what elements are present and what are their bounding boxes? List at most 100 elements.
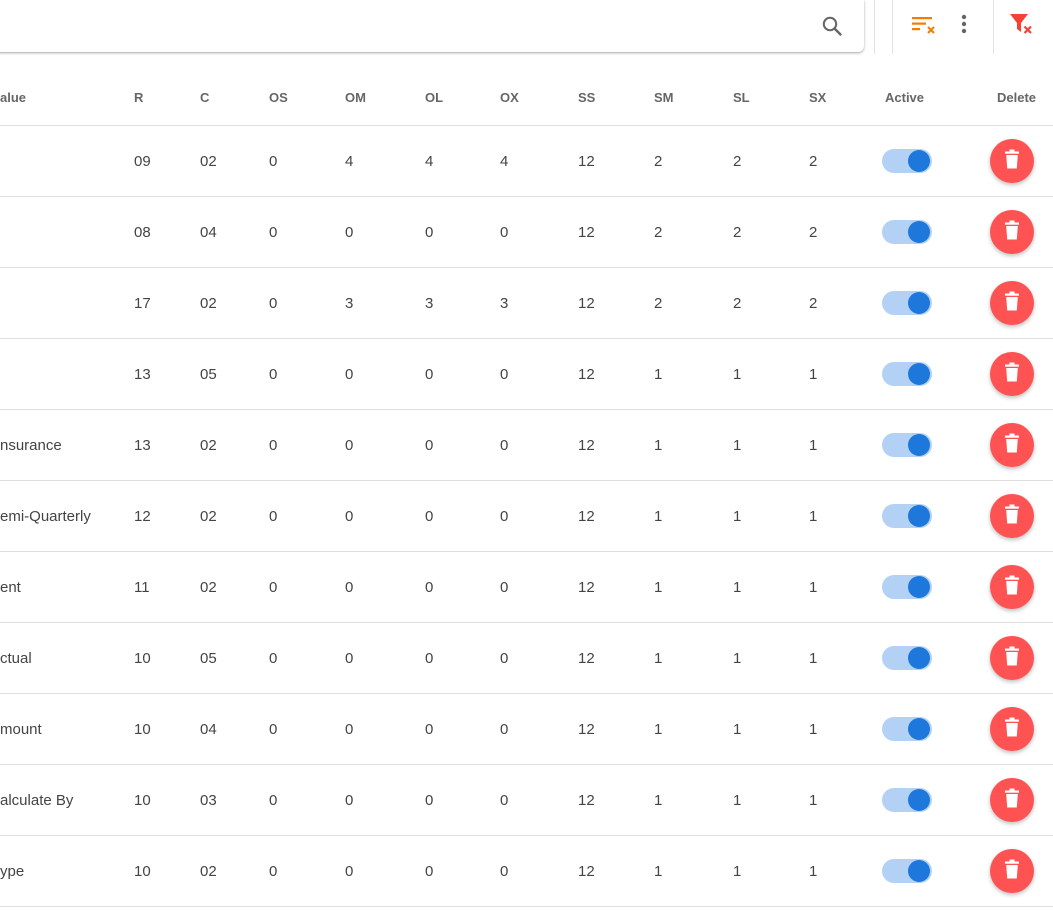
trash-icon xyxy=(1003,646,1021,671)
table-row[interactable]: ent 11 02 0 0 0 0 12 1 1 1 xyxy=(0,552,1053,623)
cell-ox: 0 xyxy=(500,224,509,241)
data-table: alue R C OS OM OL OX SS SM SL SX Active … xyxy=(0,56,1053,907)
table-row[interactable]: 09 02 0 4 4 4 12 2 2 2 xyxy=(0,126,1053,197)
search-icon[interactable] xyxy=(820,14,844,38)
table-body: 09 02 0 4 4 4 12 2 2 2 08 04 0 0 0 0 12 2 2 2 17 02 0 3 3 3 12 2 2 2 1… xyxy=(0,126,1053,907)
table-row[interactable]: ype 10 02 0 0 0 0 12 1 1 1 xyxy=(0,836,1053,907)
cell-sm: 2 xyxy=(654,153,663,170)
cell-sm: 1 xyxy=(654,650,663,667)
delete-button[interactable] xyxy=(990,565,1034,609)
trash-icon xyxy=(1003,575,1021,600)
delete-button[interactable] xyxy=(990,778,1034,822)
toggle-knob xyxy=(908,363,930,385)
table-row[interactable]: nsurance 13 02 0 0 0 0 12 1 1 1 xyxy=(0,410,1053,481)
toolbar-divider xyxy=(874,0,875,54)
cell-sm: 1 xyxy=(654,437,663,454)
cell-ox: 0 xyxy=(500,437,509,454)
column-header-ss[interactable]: SS xyxy=(578,90,595,105)
column-header-om[interactable]: OM xyxy=(345,90,366,105)
delete-button[interactable] xyxy=(990,139,1034,183)
cell-ss: 12 xyxy=(578,224,595,241)
cell-ol: 0 xyxy=(425,224,434,241)
table-row[interactable]: 08 04 0 0 0 0 12 2 2 2 xyxy=(0,197,1053,268)
more-options-button[interactable] xyxy=(948,10,980,42)
cell-ss: 12 xyxy=(578,366,595,383)
table-row[interactable]: mount 10 04 0 0 0 0 12 1 1 1 xyxy=(0,694,1053,765)
toggle-knob xyxy=(908,718,930,740)
table-row[interactable]: alculate By 10 03 0 0 0 0 12 1 1 1 xyxy=(0,765,1053,836)
cell-ss: 12 xyxy=(578,508,595,525)
active-toggle[interactable] xyxy=(882,646,932,670)
delete-button[interactable] xyxy=(990,352,1034,396)
column-header-r[interactable]: R xyxy=(134,90,143,105)
column-header-sm[interactable]: SM xyxy=(654,90,674,105)
column-header-sx[interactable]: SX xyxy=(809,90,826,105)
table-row[interactable]: ctual 10 05 0 0 0 0 12 1 1 1 xyxy=(0,623,1053,694)
active-toggle[interactable] xyxy=(882,504,932,528)
cell-sl: 1 xyxy=(733,437,742,454)
cell-sl: 2 xyxy=(733,224,742,241)
trash-icon xyxy=(1003,859,1021,884)
active-toggle[interactable] xyxy=(882,362,932,386)
delete-button[interactable] xyxy=(990,849,1034,893)
toggle-knob xyxy=(908,647,930,669)
cell-value: ctual xyxy=(0,650,32,667)
cell-ox: 3 xyxy=(500,295,509,312)
trash-icon xyxy=(1003,220,1021,245)
active-toggle[interactable] xyxy=(882,717,932,741)
cell-c: 05 xyxy=(200,650,217,667)
active-toggle[interactable] xyxy=(882,788,932,812)
table-row[interactable]: 17 02 0 3 3 3 12 2 2 2 xyxy=(0,268,1053,339)
delete-button[interactable] xyxy=(990,494,1034,538)
column-header-os[interactable]: OS xyxy=(269,90,288,105)
active-toggle[interactable] xyxy=(882,220,932,244)
trash-icon xyxy=(1003,717,1021,742)
cell-ss: 12 xyxy=(578,863,595,880)
cell-ol: 4 xyxy=(425,153,434,170)
delete-button[interactable] xyxy=(990,210,1034,254)
cell-ol: 0 xyxy=(425,792,434,809)
column-header-value[interactable]: alue xyxy=(0,90,26,105)
cell-r: 10 xyxy=(134,721,151,738)
cell-value: emi-Quarterly xyxy=(0,508,91,525)
cell-r: 13 xyxy=(134,366,151,383)
active-toggle[interactable] xyxy=(882,859,932,883)
clear-sort-button[interactable] xyxy=(907,10,939,42)
cell-sx: 2 xyxy=(809,295,818,312)
clear-filter-button[interactable] xyxy=(1005,10,1037,42)
cell-os: 0 xyxy=(269,863,278,880)
cell-ox: 0 xyxy=(500,721,509,738)
cell-sx: 2 xyxy=(809,153,818,170)
cell-sm: 1 xyxy=(654,863,663,880)
column-header-sl[interactable]: SL xyxy=(733,90,750,105)
active-toggle[interactable] xyxy=(882,291,932,315)
search-input[interactable] xyxy=(4,8,788,46)
cell-sx: 1 xyxy=(809,721,818,738)
cell-sm: 2 xyxy=(654,295,663,312)
cell-ol: 0 xyxy=(425,437,434,454)
table-row[interactable]: 13 05 0 0 0 0 12 1 1 1 xyxy=(0,339,1053,410)
active-toggle[interactable] xyxy=(882,433,932,457)
toggle-knob xyxy=(908,434,930,456)
column-header-ol[interactable]: OL xyxy=(425,90,443,105)
active-toggle[interactable] xyxy=(882,149,932,173)
column-header-ox[interactable]: OX xyxy=(500,90,519,105)
cell-r: 10 xyxy=(134,863,151,880)
column-header-c[interactable]: C xyxy=(200,90,209,105)
cell-c: 02 xyxy=(200,579,217,596)
toggle-knob xyxy=(908,292,930,314)
delete-button[interactable] xyxy=(990,636,1034,680)
trash-icon xyxy=(1003,504,1021,529)
cell-ox: 0 xyxy=(500,366,509,383)
delete-button[interactable] xyxy=(990,707,1034,751)
active-toggle[interactable] xyxy=(882,575,932,599)
cell-sx: 2 xyxy=(809,224,818,241)
cell-ox: 0 xyxy=(500,650,509,667)
cell-sx: 1 xyxy=(809,437,818,454)
cell-c: 02 xyxy=(200,437,217,454)
table-row[interactable]: emi-Quarterly 12 02 0 0 0 0 12 1 1 1 xyxy=(0,481,1053,552)
column-header-active[interactable]: Active xyxy=(885,90,924,105)
cell-c: 02 xyxy=(200,508,217,525)
delete-button[interactable] xyxy=(990,281,1034,325)
delete-button[interactable] xyxy=(990,423,1034,467)
